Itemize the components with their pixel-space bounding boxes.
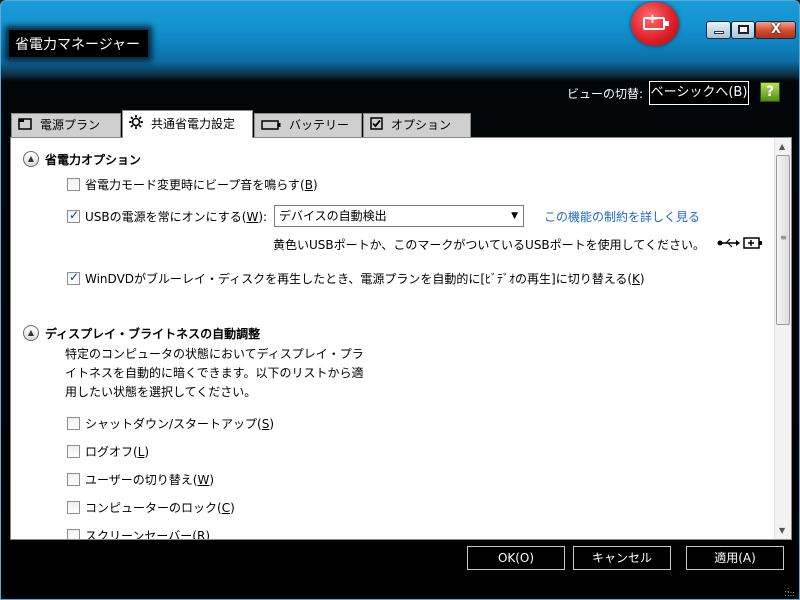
settings-panel: ▲ 省電力オプション 省電力モード変更時にビープ音を鳴らす(B) USBの電源を… [10,137,792,540]
basic-view-button[interactable]: ベーシックへ(B) [649,81,749,105]
cancel-label: キャンセル [591,551,652,565]
logoff-checkbox[interactable] [67,445,80,458]
vertical-scrollbar[interactable]: ▲ ≡ ▼ [774,138,791,539]
basic-view-label: ベーシックへ(B) [650,85,748,100]
help-icon-glyph: ? [765,84,775,100]
main-window: 省電力マネージャー + X ビューの切替: ベーシックへ(B) ? 電源プラン … [0,0,800,600]
scrollbar-thumb[interactable]: ≡ [776,155,790,325]
view-switch-label: ビューの切替: [567,87,644,101]
minimize-button[interactable] [706,21,731,39]
usb-charge-mark-icon [716,236,764,253]
switch-user-checkbox[interactable] [67,473,80,486]
collapse-power-options-button[interactable]: ▲ [23,151,39,167]
description-line: 用したい状態を選択してください。 [65,385,257,399]
battery-logo-icon: + [631,2,679,46]
ok-label: OK(O) [497,551,535,565]
lock-computer-label: コンピューターのロック(C) [85,501,235,515]
close-icon: X [771,22,782,37]
tab-label: 電源プラン [40,118,101,132]
section-title-power-options: 省電力オプション [45,153,142,167]
chevron-down-icon: ▼ [511,211,518,221]
maximize-icon [738,25,749,34]
usb-device-dropdown[interactable]: デバイスの自動検出 ▼ [274,205,524,227]
minimize-icon [714,31,724,34]
battery-icon [261,115,281,137]
tab-label: 共通省電力設定 [151,117,236,131]
usb-port-note: 黄色いUSBポートか、このマークがついているUSBポートを使用してください。 [273,238,705,252]
tab-common-power-settings[interactable]: 共通省電力設定 [122,110,253,138]
logoff-label: ログオフ(L) [85,445,150,459]
resize-grip-icon[interactable]: .:.::: [784,586,795,598]
maximize-button[interactable] [731,21,755,39]
ok-button[interactable]: OK(O) [467,546,565,570]
cancel-button[interactable]: キャンセル [573,546,671,570]
beep-checkbox[interactable] [67,178,80,191]
beep-label: 省電力モード変更時にビープ音を鳴らす(B) [85,178,318,192]
lock-computer-checkbox[interactable] [67,501,80,514]
tab-options[interactable]: オプション [363,113,471,137]
scroll-up-icon[interactable]: ▲ [779,142,785,151]
switch-user-label: ユーザーの切り替え(W) [85,473,215,487]
checkbox-icon [370,115,383,137]
usb-restrictions-link[interactable]: この機能の制約を詳しく見る [544,208,700,225]
usb-device-value: デバイスの自動検出 [279,209,387,223]
brightness-description: 特定のコンピュータの状態においてディスプレイ・プラ イトネスを自動的に暗くできま… [65,345,385,402]
description-line: イトネスを自動的に暗くできます。以下のリストから適 [65,366,364,380]
help-icon[interactable]: ? [760,82,780,102]
gear-icon [129,112,143,138]
scroll-down-icon[interactable]: ▼ [779,526,785,535]
windvd-checkbox[interactable] [67,270,80,285]
usb-power-checkbox[interactable] [67,208,80,223]
tab-label: オプション [391,118,452,132]
tab-battery[interactable]: バッテリー [254,113,362,137]
apply-label: 適用(A) [714,551,756,565]
screensaver-checkbox[interactable] [67,529,80,539]
tab-label: バッテリー [289,118,350,132]
shutdown-startup-checkbox[interactable] [67,417,80,430]
screensaver-label: スクリーンセーバー(R) [85,529,210,540]
windvd-label: WinDVDがブルーレイ・ディスクを再生したとき、電源プランを自動的に[ﾋﾞﾃﾞ… [85,272,645,286]
collapse-brightness-button[interactable]: ▲ [23,325,39,341]
close-button[interactable]: X [755,21,796,39]
apply-button[interactable]: 適用(A) [686,546,784,570]
power-plan-icon [18,115,32,137]
tab-power-plan[interactable]: 電源プラン [11,113,121,137]
window-title: 省電力マネージャー [9,30,149,57]
section-title-brightness: ディスプレイ・ブライトネスの自動調整 [45,327,261,341]
description-line: 特定のコンピュータの状態においてディスプレイ・プラ [65,347,364,361]
usb-power-label: USBの電源を常にオンにする(W): [85,210,268,224]
shutdown-startup-label: シャットダウン/スタートアップ(S) [85,417,275,431]
